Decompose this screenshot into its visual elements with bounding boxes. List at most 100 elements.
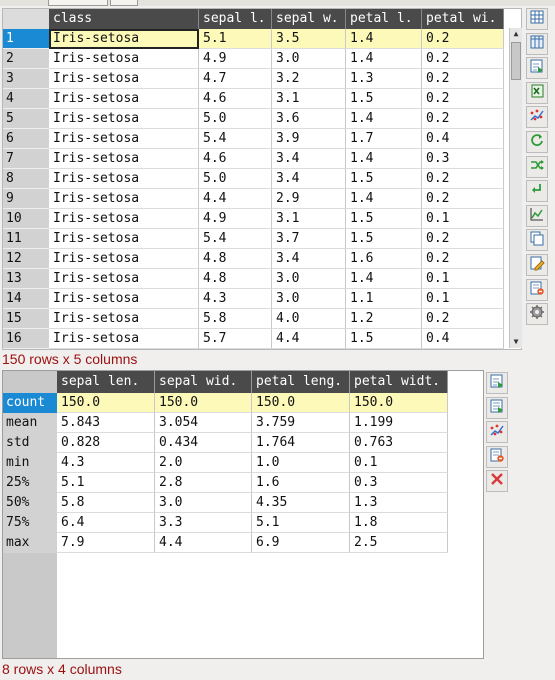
- table-cell[interactable]: Iris-setosa: [49, 89, 199, 109]
- table-cell[interactable]: 0.3: [422, 149, 504, 169]
- row-label[interactable]: 75%: [3, 513, 57, 533]
- scroll-up-arrow-icon[interactable]: ▲: [510, 28, 522, 40]
- row-number[interactable]: 15: [3, 309, 49, 329]
- row-number[interactable]: 8: [3, 169, 49, 189]
- row-number[interactable]: 6: [3, 129, 49, 149]
- table-cell[interactable]: 4.6: [199, 149, 272, 169]
- table-cell[interactable]: 5.1: [57, 473, 155, 493]
- table-cell[interactable]: 1.2: [346, 309, 422, 329]
- table-cell[interactable]: 1.6: [346, 249, 422, 269]
- line-chart-button[interactable]: [526, 204, 548, 227]
- table-cell[interactable]: 5.1: [252, 513, 350, 533]
- refresh-button[interactable]: [526, 131, 548, 153]
- row-label[interactable]: 50%: [3, 493, 57, 513]
- table-cell[interactable]: 1.764: [252, 433, 350, 453]
- row-number[interactable]: 16: [3, 329, 49, 349]
- column-header[interactable]: petal l.: [346, 9, 422, 29]
- table-cell[interactable]: 3.4: [272, 149, 346, 169]
- table-cell[interactable]: 5.4: [199, 229, 272, 249]
- table-cell[interactable]: 3.4: [272, 249, 346, 269]
- table-cell[interactable]: 4.3: [57, 453, 155, 473]
- vertical-scrollbar[interactable]: ▲ ▼: [509, 28, 522, 348]
- excel-button[interactable]: [526, 81, 548, 104]
- table-cell[interactable]: 1.8: [350, 513, 448, 533]
- table-cell[interactable]: 2.0: [155, 453, 252, 473]
- table-cell[interactable]: 0.434: [155, 433, 252, 453]
- table-cell[interactable]: 6.9: [252, 533, 350, 553]
- scrollbar-thumb[interactable]: [511, 42, 521, 80]
- table-cell[interactable]: 1.3: [350, 493, 448, 513]
- table-cell[interactable]: Iris-setosa: [49, 169, 199, 189]
- scatter-plot-button[interactable]: [486, 421, 508, 444]
- row-number[interactable]: 5: [3, 109, 49, 129]
- row-number[interactable]: 1: [3, 29, 49, 49]
- close-button[interactable]: [486, 470, 508, 493]
- column-header[interactable]: sepal wid.: [155, 371, 252, 393]
- document-remove-button[interactable]: [486, 445, 508, 468]
- table-cell[interactable]: Iris-setosa: [49, 149, 199, 169]
- export-table-button[interactable]: [526, 57, 548, 80]
- column-header[interactable]: sepal l.: [199, 9, 272, 29]
- table-cell[interactable]: 4.3: [199, 289, 272, 309]
- table-cell[interactable]: 1.5: [346, 209, 422, 229]
- table-cell[interactable]: 7.9: [57, 533, 155, 553]
- row-label[interactable]: count: [3, 393, 57, 413]
- table-cell[interactable]: 4.4: [272, 329, 346, 349]
- table-cell[interactable]: 150.0: [252, 393, 350, 413]
- table-cell[interactable]: 3.0: [155, 493, 252, 513]
- table-cell[interactable]: 1.6: [252, 473, 350, 493]
- table-columns-button[interactable]: [526, 32, 548, 55]
- table-cell[interactable]: 1.4: [346, 149, 422, 169]
- table-cell[interactable]: 1.3: [346, 69, 422, 89]
- table-cell[interactable]: 1.5: [346, 89, 422, 109]
- table-cell[interactable]: 3.5: [272, 29, 346, 49]
- column-header[interactable]: sepal w.: [272, 9, 346, 29]
- column-header[interactable]: class: [49, 9, 199, 29]
- table-grid-button[interactable]: [526, 8, 548, 30]
- table-cell[interactable]: 0.2: [422, 109, 504, 129]
- shuffle-button[interactable]: [526, 155, 548, 178]
- table-cell[interactable]: 3.4: [272, 169, 346, 189]
- table-cell[interactable]: 5.4: [199, 129, 272, 149]
- table-cell[interactable]: 3.0: [272, 49, 346, 69]
- table-cell[interactable]: 0.1: [422, 209, 504, 229]
- table-cell[interactable]: 3.6: [272, 109, 346, 129]
- settings-gear-button[interactable]: [526, 303, 548, 326]
- table-cell[interactable]: 3.3: [155, 513, 252, 533]
- table-cell[interactable]: 4.8: [199, 249, 272, 269]
- table-cell[interactable]: 1.4: [346, 109, 422, 129]
- table-cell[interactable]: 4.0: [272, 309, 346, 329]
- data-table[interactable]: class sepal l. sepal w. petal l. petal wi. 1 I…: [2, 8, 522, 350]
- table-cell[interactable]: 0.2: [422, 29, 504, 49]
- table-cell[interactable]: 4.9: [199, 209, 272, 229]
- table-cell[interactable]: 4.4: [155, 533, 252, 553]
- table-cell[interactable]: Iris-setosa: [49, 229, 199, 249]
- row-number[interactable]: 12: [3, 249, 49, 269]
- table-cell[interactable]: 0.2: [422, 309, 504, 329]
- table-cell[interactable]: Iris-setosa: [49, 329, 199, 349]
- table-cell[interactable]: 3.1: [272, 209, 346, 229]
- table-cell[interactable]: 3.1: [272, 89, 346, 109]
- table-cell[interactable]: 150.0: [57, 393, 155, 413]
- column-header[interactable]: sepal len.: [57, 371, 155, 393]
- table-cell[interactable]: 1.4: [346, 189, 422, 209]
- table-cell[interactable]: 5.8: [199, 309, 272, 329]
- table-cell[interactable]: 2.5: [350, 533, 448, 553]
- table-cell[interactable]: 0.2: [422, 89, 504, 109]
- table-cell[interactable]: 3.054: [155, 413, 252, 433]
- table-cell[interactable]: 0.828: [57, 433, 155, 453]
- table-cell[interactable]: Iris-setosa: [49, 209, 199, 229]
- table-cell[interactable]: 5.0: [199, 169, 272, 189]
- table-cell[interactable]: 0.2: [422, 189, 504, 209]
- row-number[interactable]: 11: [3, 229, 49, 249]
- row-number[interactable]: 3: [3, 69, 49, 89]
- row-number[interactable]: 9: [3, 189, 49, 209]
- row-label[interactable]: min: [3, 453, 57, 473]
- column-header[interactable]: petal widt.: [350, 371, 448, 393]
- table-cell[interactable]: 4.6: [199, 89, 272, 109]
- table-cell[interactable]: 0.763: [350, 433, 448, 453]
- table-cell[interactable]: 0.2: [422, 69, 504, 89]
- table-cell[interactable]: 1.7: [346, 129, 422, 149]
- table-cell[interactable]: 5.0: [199, 109, 272, 129]
- table-cell[interactable]: 5.843: [57, 413, 155, 433]
